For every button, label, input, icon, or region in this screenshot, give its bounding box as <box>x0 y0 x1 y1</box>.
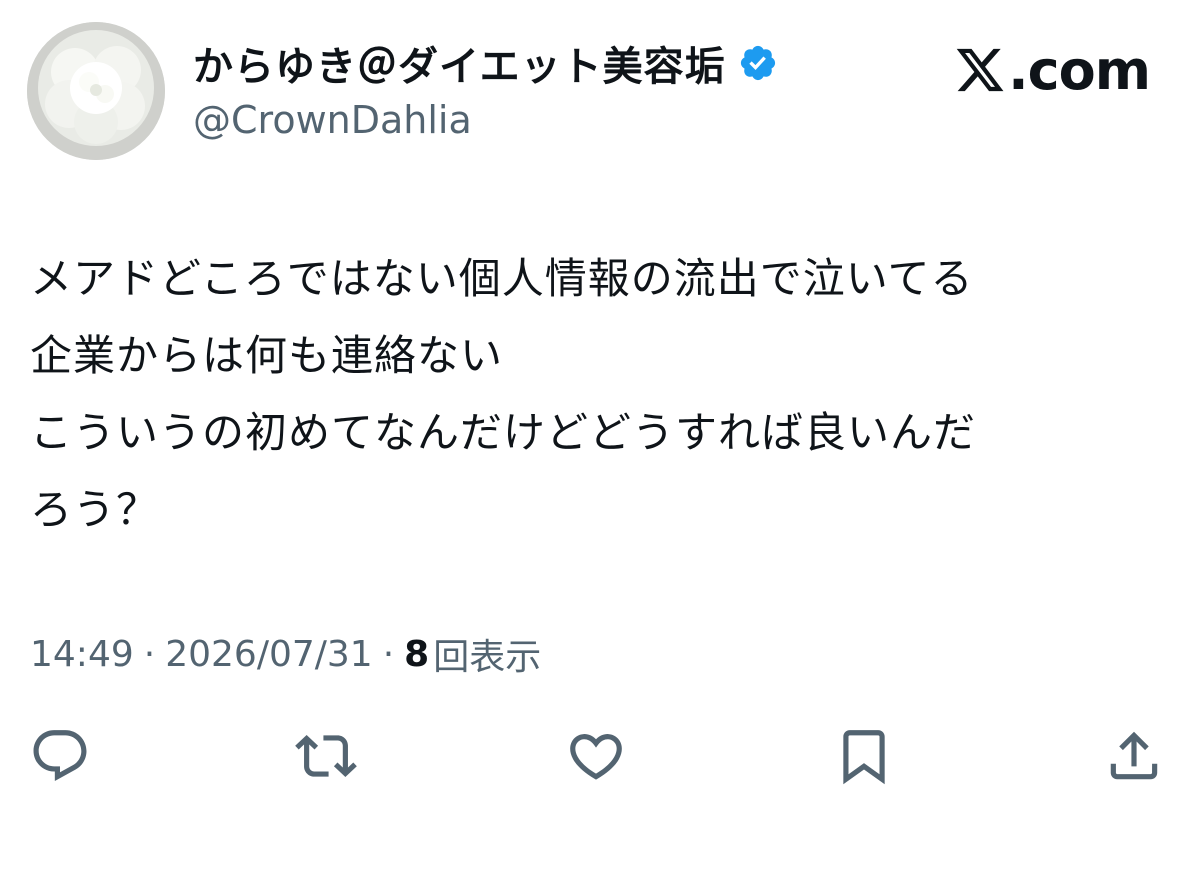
tweet-actions <box>0 720 1200 792</box>
bookmark-icon <box>843 730 885 785</box>
tweet-time[interactable]: 14:49 <box>30 634 134 675</box>
meta-separator: · <box>382 633 395 675</box>
views-count: 8 <box>404 633 430 675</box>
meta-separator: · <box>143 633 156 675</box>
tweet-text-line: メアドどころではない個人情報の流出で泣いてる <box>30 254 974 303</box>
tweet-text-line: 企業からは何も連絡ない <box>30 331 504 380</box>
avatar[interactable] <box>27 22 165 160</box>
x-com-brand: .com <box>954 38 1151 102</box>
tweet-meta: 14:49 · 2026/07/31 · 8 回表示 <box>30 628 541 680</box>
brand-domain-text: .com <box>1008 38 1151 102</box>
retweet-button[interactable] <box>290 720 362 792</box>
tweet-date[interactable]: 2026/07/31 <box>165 634 373 675</box>
tweet-text-line: ろう？ <box>30 485 160 534</box>
x-logo-icon <box>956 48 1004 92</box>
avatar-flower-image <box>27 22 165 160</box>
reply-button[interactable] <box>24 720 96 792</box>
like-icon <box>570 734 622 780</box>
display-name-row: からゆき＠ダイエット美容垢 <box>193 38 778 90</box>
user-handle[interactable]: @CrownDahlia <box>193 98 472 142</box>
tweet-text: メアドどころではない個人情報の流出で泣いてる 企業からは何も連絡ない こういうの… <box>30 240 1180 548</box>
bookmark-button[interactable] <box>828 720 900 792</box>
reply-icon <box>33 730 87 782</box>
verified-badge-icon <box>740 45 775 81</box>
tweet-text-line: こういうの初めてなんだけどどうすれば良いんだ <box>30 408 977 457</box>
display-name[interactable]: からゆき＠ダイエット美容垢 <box>193 34 726 92</box>
share-button[interactable] <box>1098 720 1170 792</box>
share-icon <box>1110 731 1158 780</box>
like-button[interactable] <box>560 720 632 792</box>
retweet-icon <box>295 735 357 777</box>
views-label: 回表示 <box>433 637 542 678</box>
